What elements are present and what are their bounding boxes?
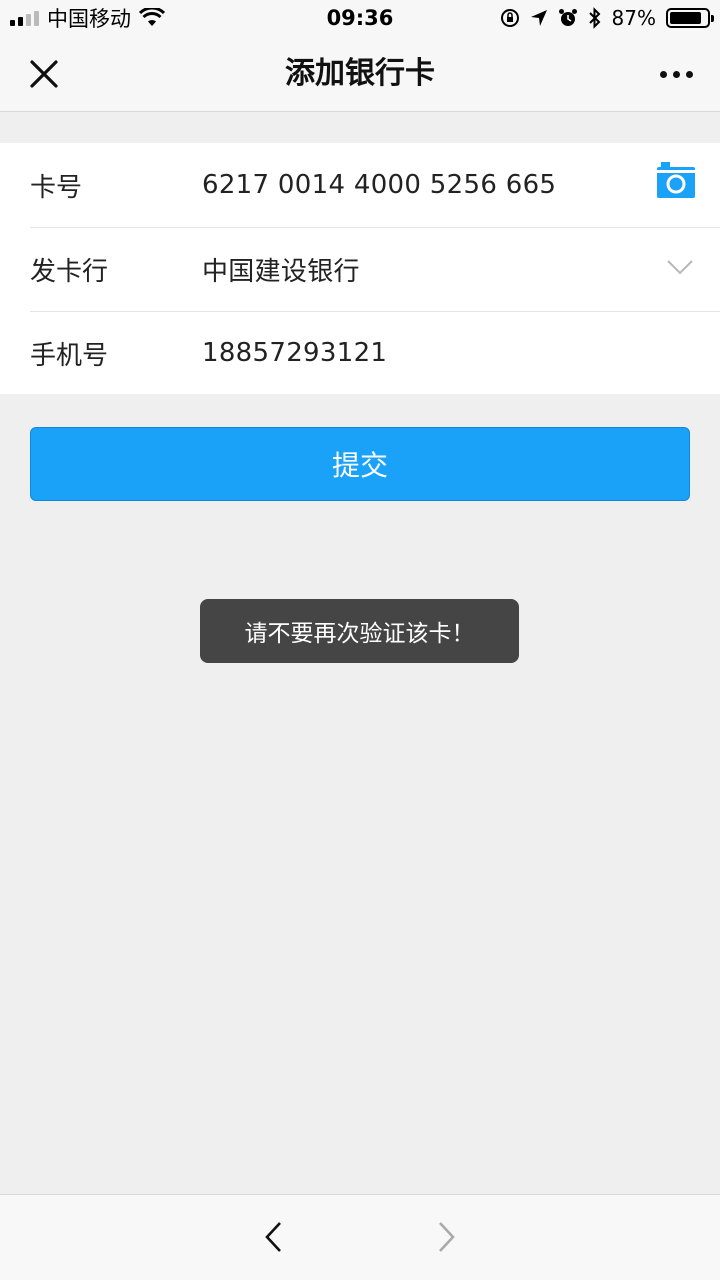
nav-bar: 添加银行卡 [0, 36, 720, 112]
issuer-row[interactable]: 发卡行 中国建设银行 [0, 227, 720, 311]
bank-card-form: 卡号 6217 0014 4000 5256 665 发卡行 中国建设银行 手机… [0, 143, 720, 394]
issuer-label: 发卡行 [30, 256, 109, 287]
battery-percent: 87% [611, 6, 656, 30]
location-icon [530, 10, 547, 26]
alarm-icon [558, 9, 577, 26]
battery-fill [670, 12, 702, 24]
battery-icon [666, 8, 714, 28]
page-title: 添加银行卡 [285, 56, 435, 91]
camera-icon [657, 162, 695, 198]
rotation-lock-icon [500, 9, 519, 27]
card-number-label: 卡号 [30, 172, 83, 203]
card-number-row[interactable]: 卡号 6217 0014 4000 5256 665 [0, 143, 720, 227]
issuer-select[interactable]: 中国建设银行 [202, 251, 360, 288]
issuer-dropdown-button[interactable] [666, 253, 694, 281]
card-number-input[interactable]: 6217 0014 4000 5256 665 [202, 170, 556, 200]
more-button[interactable] [654, 58, 698, 90]
phone-label: 手机号 [30, 340, 109, 371]
back-arrow-icon [265, 1222, 281, 1252]
scan-card-button[interactable] [656, 160, 696, 200]
phone-input[interactable]: 18857293121 [202, 338, 387, 368]
bluetooth-icon [588, 7, 600, 29]
submit-button[interactable]: 提交 [30, 427, 690, 501]
forward-arrow-icon [439, 1222, 455, 1252]
status-bar: 中国移动 09:36 87% [0, 0, 720, 36]
forward-button[interactable] [426, 1217, 466, 1257]
phone-row[interactable]: 手机号 18857293121 [0, 311, 720, 395]
toast-message: 请不要再次验证该卡！ [200, 599, 519, 663]
status-right: 87% [500, 0, 714, 36]
more-icon [659, 70, 667, 78]
chevron-down-icon [667, 260, 693, 275]
back-button[interactable] [254, 1217, 294, 1257]
screen: 中国移动 09:36 87% 添加银行卡 卡号 6217 0014 4000 5… [0, 0, 720, 1280]
bottom-toolbar [0, 1194, 720, 1280]
